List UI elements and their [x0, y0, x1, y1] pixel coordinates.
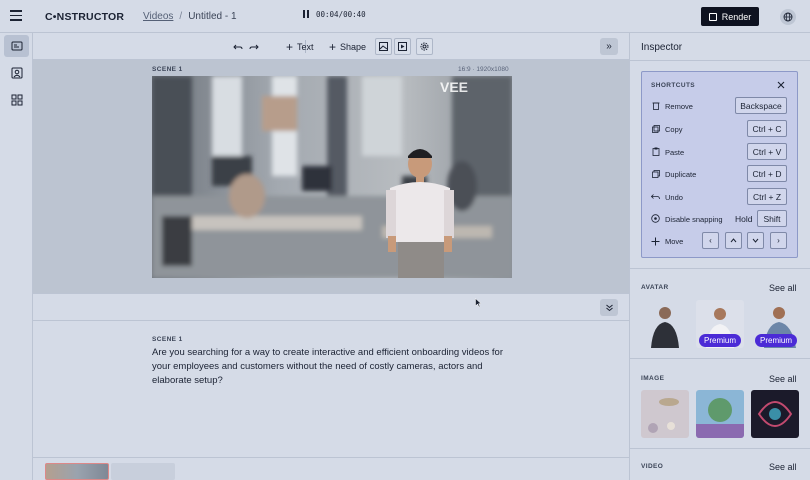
- settings-gear-icon[interactable]: [416, 38, 433, 55]
- inspector-title: Inspector: [641, 42, 683, 53]
- image-section-label: IMAGE: [641, 375, 665, 382]
- scenes-panel-icon[interactable]: [4, 35, 29, 57]
- video-icon: [394, 38, 411, 55]
- shortcut-key: Ctrl + D: [747, 165, 787, 182]
- undo-icon: [651, 192, 660, 201]
- video-preview[interactable]: VEE: [152, 76, 512, 278]
- aspect-ratio-label: 16:9 · 1920x1080: [458, 66, 509, 73]
- language-globe-icon[interactable]: [780, 9, 796, 25]
- divider: [630, 60, 810, 61]
- shape-button-label: Shape: [340, 41, 367, 52]
- editor-toolbar: + Text + Shape »: [33, 33, 629, 60]
- breadcrumb-videos-link[interactable]: Videos: [143, 11, 173, 22]
- video-section-label: VIDEO: [641, 463, 664, 470]
- watermark-text: VEE: [440, 79, 468, 95]
- elements-panel-icon[interactable]: [4, 89, 29, 111]
- redo-icon[interactable]: [249, 38, 259, 55]
- avatar-tile[interactable]: [641, 300, 689, 348]
- close-icon[interactable]: [776, 80, 786, 90]
- script-panel: [33, 321, 629, 457]
- plus-icon: +: [329, 39, 337, 54]
- scene-thumbnail[interactable]: [45, 463, 109, 480]
- mouse-cursor-icon: [475, 298, 482, 308]
- shortcut-label: Move: [665, 237, 684, 246]
- office-scene-image: VEE: [152, 76, 512, 278]
- shortcut-label: Paste: [665, 148, 685, 157]
- trash-icon: [651, 101, 660, 110]
- shortcut-key: Ctrl + V: [747, 143, 787, 160]
- add-video-button[interactable]: [394, 38, 411, 55]
- premium-badge: Premium: [699, 334, 742, 347]
- copy-icon: [651, 124, 660, 133]
- shortcut-key: Shift: [757, 210, 787, 227]
- render-label: Render: [721, 11, 752, 22]
- avatar-section-label: AVATAR: [641, 284, 669, 291]
- image-see-all-link[interactable]: See all: [769, 374, 797, 384]
- shortcut-label: Disable snapping: [665, 215, 723, 224]
- shortcut-label: Duplicate: [665, 170, 697, 179]
- image-tile[interactable]: [641, 390, 689, 438]
- script-scene-label: SCENE 1: [152, 336, 183, 343]
- divider: [630, 358, 810, 359]
- render-button[interactable]: Render: [701, 7, 759, 26]
- app-logo[interactable]: C•NSTRUCTOR: [45, 11, 124, 23]
- scene-label: SCENE 1: [152, 66, 183, 73]
- playback-bar: [33, 293, 629, 321]
- arrow-right-key: ›: [770, 232, 787, 249]
- add-scene-thumbnail[interactable]: [111, 463, 175, 480]
- image-icon: [375, 38, 392, 55]
- arrow-left-key: ‹: [702, 232, 719, 249]
- plus-icon: +: [286, 39, 294, 54]
- chevron-down-icon[interactable]: [600, 299, 618, 316]
- undo-icon[interactable]: [233, 38, 243, 55]
- pause-icon[interactable]: [303, 10, 310, 18]
- add-shape-button[interactable]: + Shape: [329, 38, 366, 55]
- image-tile[interactable]: [696, 390, 744, 438]
- arrow-up-key: [725, 232, 742, 249]
- breadcrumb-separator: /: [179, 11, 183, 22]
- avatar-panel-icon[interactable]: [4, 62, 29, 84]
- collapse-panel-chevron-icon[interactable]: »: [600, 38, 618, 55]
- menu-icon[interactable]: [10, 10, 22, 22]
- shortcut-key: Ctrl + Z: [747, 188, 787, 205]
- add-image-button[interactable]: [375, 38, 392, 55]
- text-button-label: Text: [297, 41, 314, 52]
- shortcut-key: Backspace: [735, 97, 787, 114]
- project-title[interactable]: Untitled - 1: [188, 11, 236, 22]
- duplicate-icon: [651, 169, 660, 178]
- video-see-all-link[interactable]: See all: [769, 462, 797, 472]
- arrow-down-key: [747, 232, 764, 249]
- image-tile[interactable]: [751, 390, 799, 438]
- divider: [630, 448, 810, 449]
- breadcrumb: Videos / Untitled - 1: [143, 11, 237, 22]
- shortcuts-title: SHORTCUTS: [651, 82, 696, 89]
- playback-time: 00:04/00:40: [316, 10, 366, 19]
- avatar-see-all-link[interactable]: See all: [769, 283, 797, 293]
- shortcut-label: Copy: [665, 125, 683, 134]
- hold-label: Hold: [735, 214, 753, 224]
- shortcut-key: Ctrl + C: [747, 120, 787, 137]
- add-text-button[interactable]: + Text: [286, 38, 314, 55]
- shortcut-label: Undo: [665, 193, 683, 202]
- script-text-editor[interactable]: Are you searching for a way to create in…: [152, 346, 517, 388]
- divider: [630, 268, 810, 269]
- premium-badge: Premium: [755, 334, 798, 347]
- snap-icon: [651, 214, 660, 223]
- render-icon: [708, 12, 717, 21]
- clipboard-icon: [651, 147, 660, 156]
- move-icon: [651, 237, 660, 246]
- shortcut-label: Remove: [665, 102, 693, 111]
